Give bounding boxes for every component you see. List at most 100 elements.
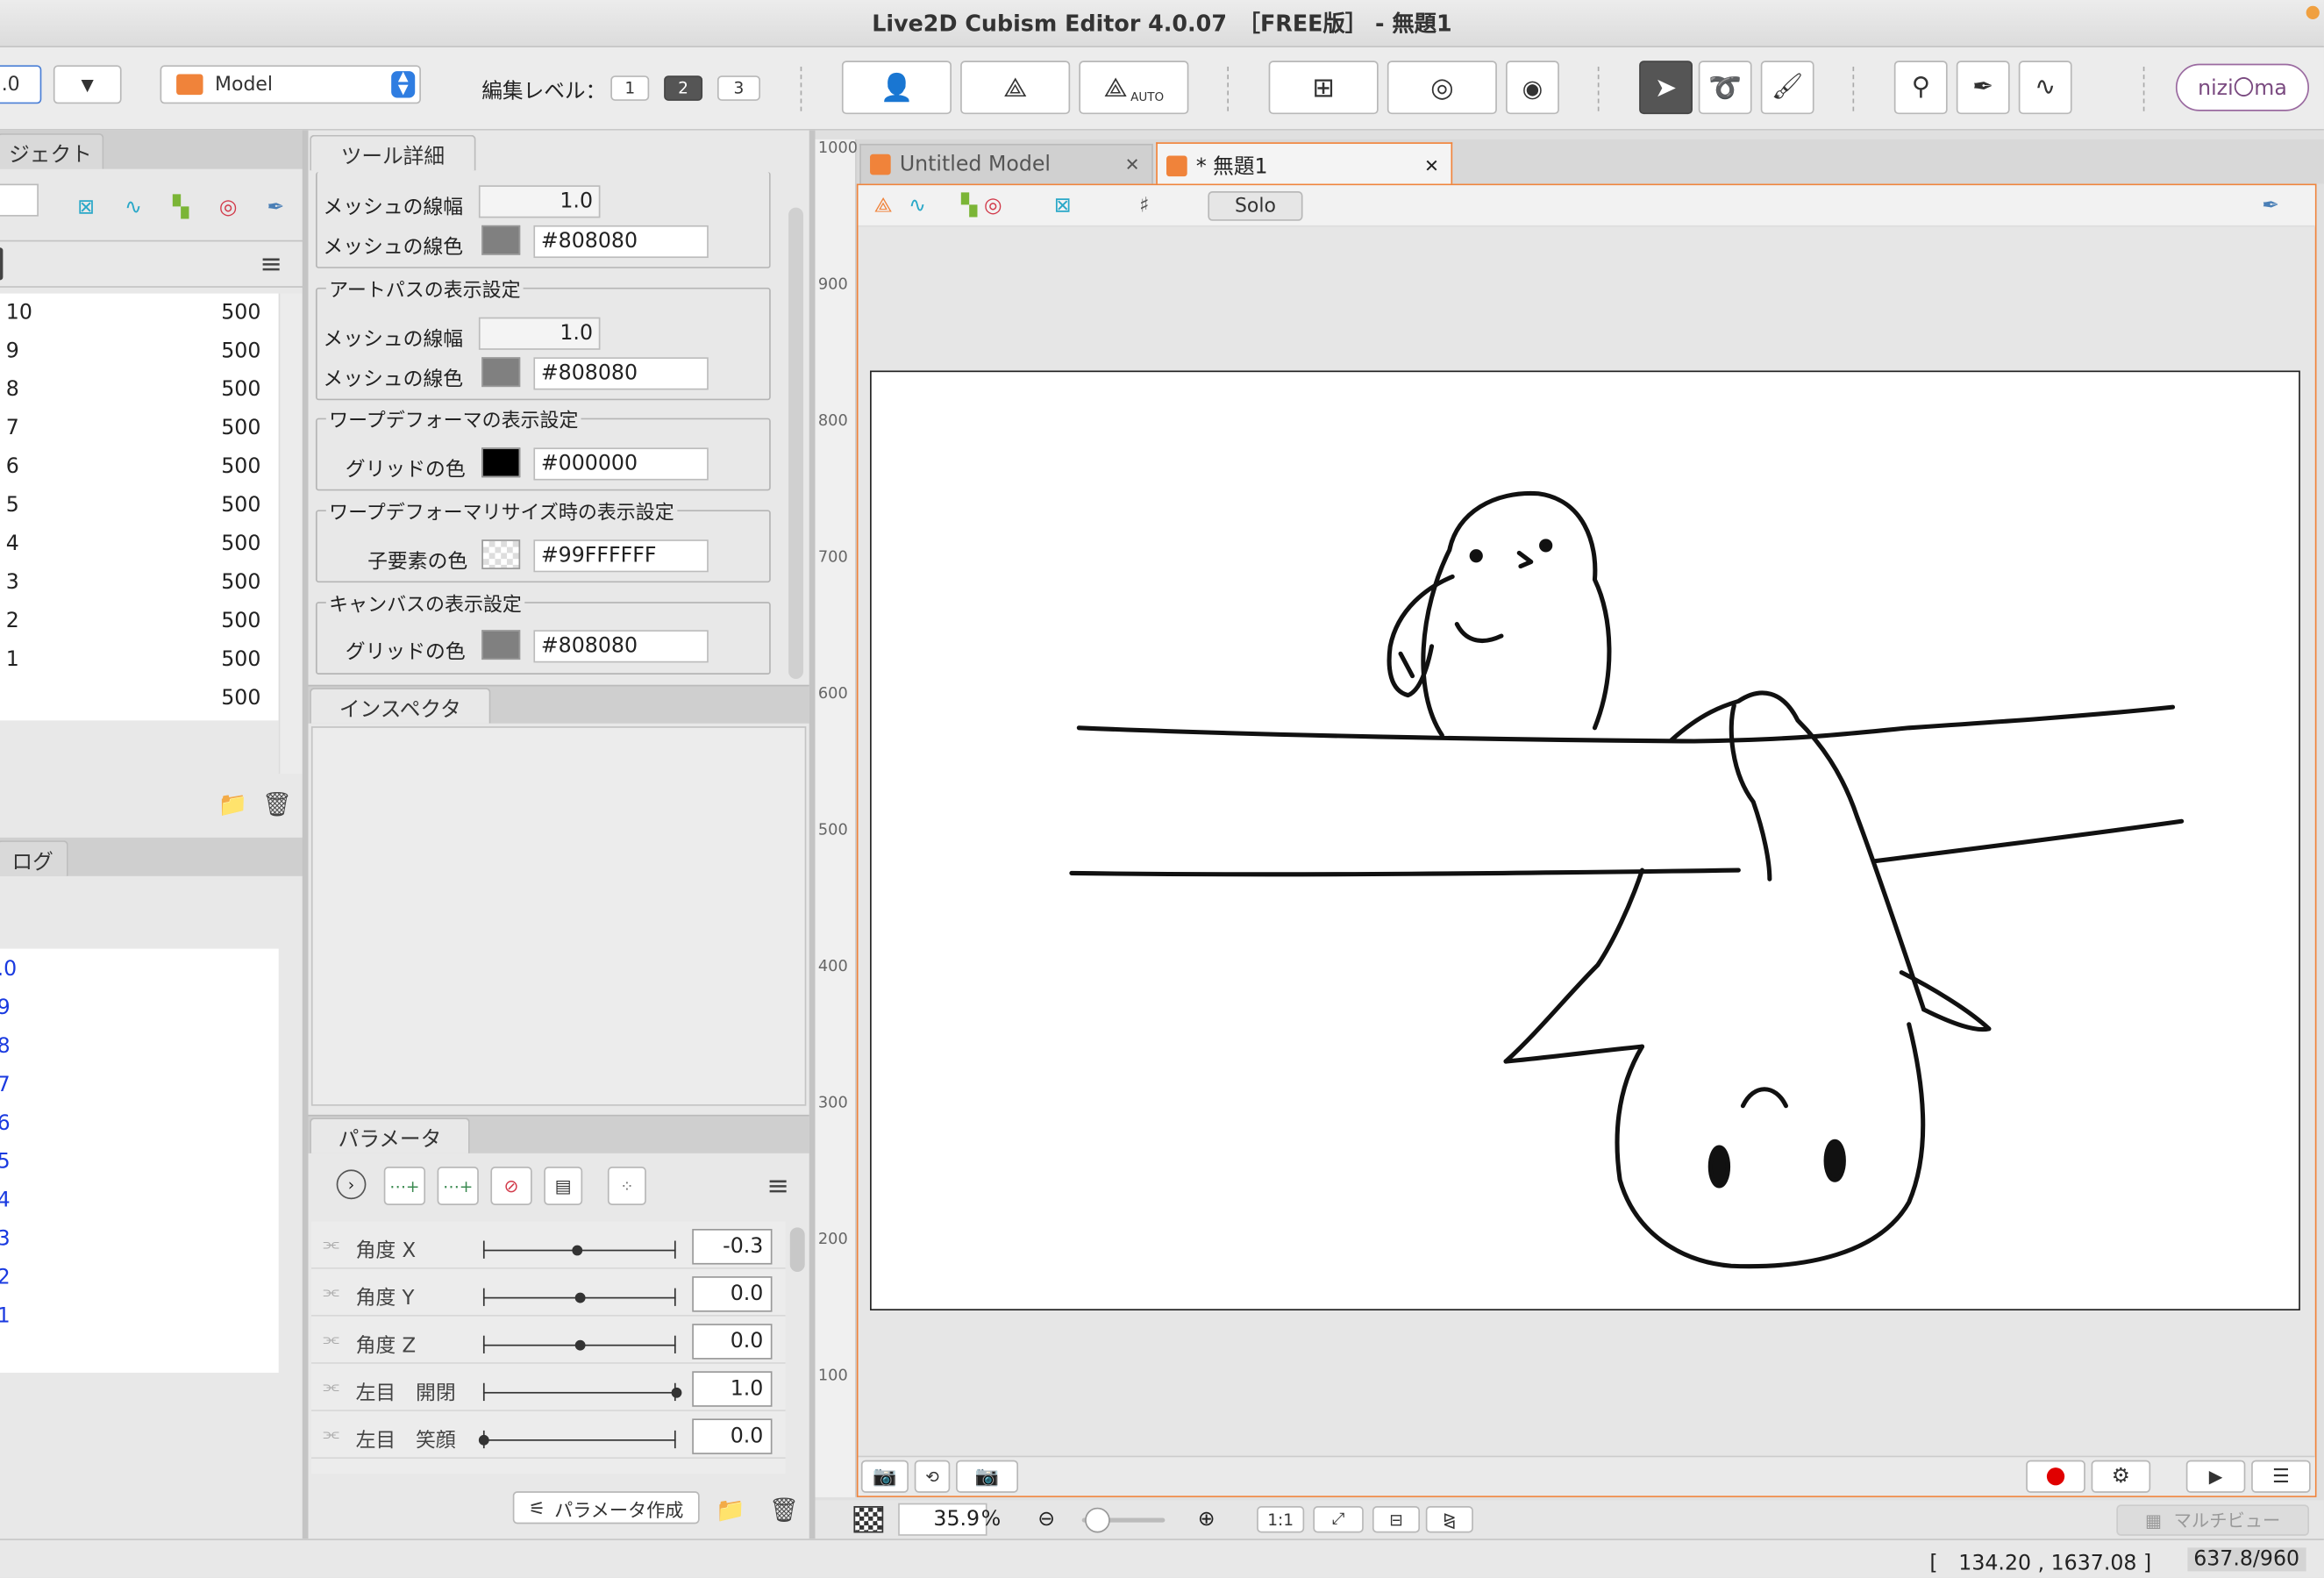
tool-detail-scrollbar[interactable] [788,207,803,680]
flip-button[interactable]: ⧎ [1425,1506,1473,1533]
art-mesh-filter-icon[interactable]: ▚ [165,191,197,224]
pin-tool-button[interactable]: ⚲ [1893,61,1948,115]
edit-level-3-button[interactable]: 3 [716,75,760,101]
fit-width-button[interactable]: ⊟ [1372,1506,1421,1533]
mesh-visibility-icon[interactable]: ⟁ [867,189,900,222]
param-slider-knob[interactable] [574,1339,585,1351]
hamburger-menu-icon[interactable]: ≡ [255,247,288,280]
table-row[interactable]: 5 500 [0,486,279,525]
view-pen-icon[interactable]: ✒ [2254,189,2286,222]
settings-button[interactable]: ⚙ [2091,1460,2151,1493]
tab-untitled-1[interactable]: * 無題1 ✕ [1156,142,1453,187]
list-button[interactable]: ☰ [2251,1460,2311,1493]
add-group-button[interactable]: ⋯+ [437,1167,479,1205]
glue-button[interactable]: ◉ [1506,61,1559,115]
param-value-field[interactable]: 1.0 [692,1371,773,1407]
param-trash-icon[interactable]: 🗑 [767,1493,800,1525]
solo-button[interactable]: Solo [1208,191,1303,221]
param-window-button[interactable]: ▤ [544,1167,583,1205]
artpath-width-field[interactable]: 1.0 [478,317,601,350]
tab-parameters[interactable]: パラメータ [310,1117,470,1153]
zoom-in-icon[interactable]: ⊕ [1192,1504,1222,1534]
record-button[interactable] [2026,1460,2085,1493]
grid-toggle-icon[interactable]: ♯ [1128,189,1160,222]
table-row[interactable]: 9 500 [0,332,279,371]
multiview-button[interactable]: ▦ マルチビュー [2116,1504,2310,1536]
param-value-field[interactable]: 0.0 [692,1276,773,1312]
link-icon[interactable]: ⫘ [323,1233,339,1255]
mesh-line-width-field[interactable]: 1.0 [478,185,601,218]
expand-icon[interactable]: › [336,1169,367,1200]
param-row[interactable]: ⫘ 角度 Z 0.0 [310,1317,786,1364]
deformer-button[interactable]: ⊞ [1268,61,1379,115]
lasso-tool-button[interactable]: ➰ [1698,61,1752,115]
tab-inspector[interactable]: インスペクタ [310,688,491,724]
table-row[interactable]: 10 500 [0,294,279,332]
table-row[interactable]: 3 500 [0,563,279,602]
trash-icon[interactable]: 🗑 [260,787,293,819]
table-row[interactable]: 500 [0,679,279,718]
param-slider-knob[interactable] [478,1434,488,1446]
artpath-color-field[interactable]: #808080 [533,357,709,390]
param-folder-icon[interactable]: 📁 [715,1493,747,1525]
brush-tool-button[interactable]: 🖌 [1760,61,1814,115]
param-menu-icon[interactable]: ≡ [762,1169,795,1202]
warp-grid-field[interactable]: #000000 [533,447,709,481]
create-param-button[interactable]: ⚟ パラメータ作成 [512,1491,700,1524]
table-row[interactable]: 8 500 [0,371,279,410]
param-slider[interactable] [482,1288,676,1306]
param-slider[interactable] [482,1382,681,1402]
param-row[interactable]: ⫘ 角度 Y 0.0 [310,1269,786,1317]
left-list-scrollbar[interactable] [278,293,303,775]
param-row[interactable]: ⫘ 左目 開閉 1.0 [310,1364,786,1411]
panel-divider-left[interactable] [302,130,309,1539]
arrow-tool-button[interactable]: ➤ [1639,61,1693,115]
param-slider-knob[interactable] [574,1292,585,1303]
param-grid-button[interactable]: ⁘ [607,1167,646,1205]
child-color-field[interactable]: #99FFFFFF [533,539,709,573]
artpath-color-swatch[interactable] [481,357,521,388]
table-row[interactable]: 7 500 [0,409,279,447]
rotation-deformer-button[interactable]: ◎ [1387,61,1497,115]
deformer-filter-icon[interactable]: ⊠ [69,191,102,224]
path-tool-button[interactable]: ∿ [2018,61,2072,115]
canvas[interactable] [870,370,2300,1310]
nizima-button[interactable]: nizi〇ma [2175,63,2310,111]
left-search-field[interactable] [0,183,39,217]
table-row[interactable]: 1 500 [0,640,279,679]
path-visibility-icon[interactable]: ∿ [902,189,934,222]
param-row[interactable]: ⫘ 角度 X -0.3 [310,1222,786,1269]
edit-level-1-button[interactable]: 1 [610,75,650,101]
rotation-filter-icon[interactable]: ◎ [212,191,245,224]
link-icon[interactable]: ⫘ [323,1328,339,1350]
tab-object[interactable]: ジェクト [0,133,104,169]
param-row[interactable]: ⫘ 左目 笑顔 0.0 [310,1411,786,1459]
pen-tool-button[interactable]: ✒ [1956,61,2010,115]
canvas-grid-swatch[interactable] [481,630,521,660]
param-slider-knob[interactable] [572,1245,583,1256]
zoom-field[interactable]: 35.9 [898,1503,987,1536]
pen-filter-icon[interactable]: ✒ [260,191,292,224]
param-value-field[interactable]: 0.0 [692,1324,773,1360]
param-scrollbar[interactable] [789,1227,805,1273]
deformer-visibility-icon[interactable]: ⊠ [1046,189,1079,222]
table-row[interactable]: 4 500 [0,525,279,563]
rotation-visibility-icon[interactable]: ◎ [977,189,1009,222]
tab-tool-detail[interactable]: ツール詳細 [310,134,476,171]
rotate-camera-button[interactable]: ⟲ [914,1460,951,1493]
dropdown-button[interactable]: ▼ [53,65,122,104]
link-icon[interactable]: ⫘ [323,1423,339,1445]
folder-icon[interactable]: 📁 [217,787,249,819]
camera-download-button[interactable]: 📷 [956,1460,1019,1493]
tab-log[interactable]: ログ [0,840,68,876]
link-icon[interactable]: ⫘ [323,1375,339,1397]
close-icon[interactable]: ✕ [1424,155,1439,176]
screenshot-button[interactable]: 📷 [860,1460,909,1493]
param-value-field[interactable]: -0.3 [692,1229,773,1265]
mesh-edit-button[interactable]: ⟁ [960,61,1071,115]
model-view-button[interactable]: 👤 [841,61,952,115]
add-param-button[interactable]: ⋯+ [383,1167,426,1205]
zoom-slider[interactable] [1081,1507,1166,1533]
panel-divider-right[interactable] [809,130,816,1539]
table-row[interactable]: 2 500 [0,602,279,640]
